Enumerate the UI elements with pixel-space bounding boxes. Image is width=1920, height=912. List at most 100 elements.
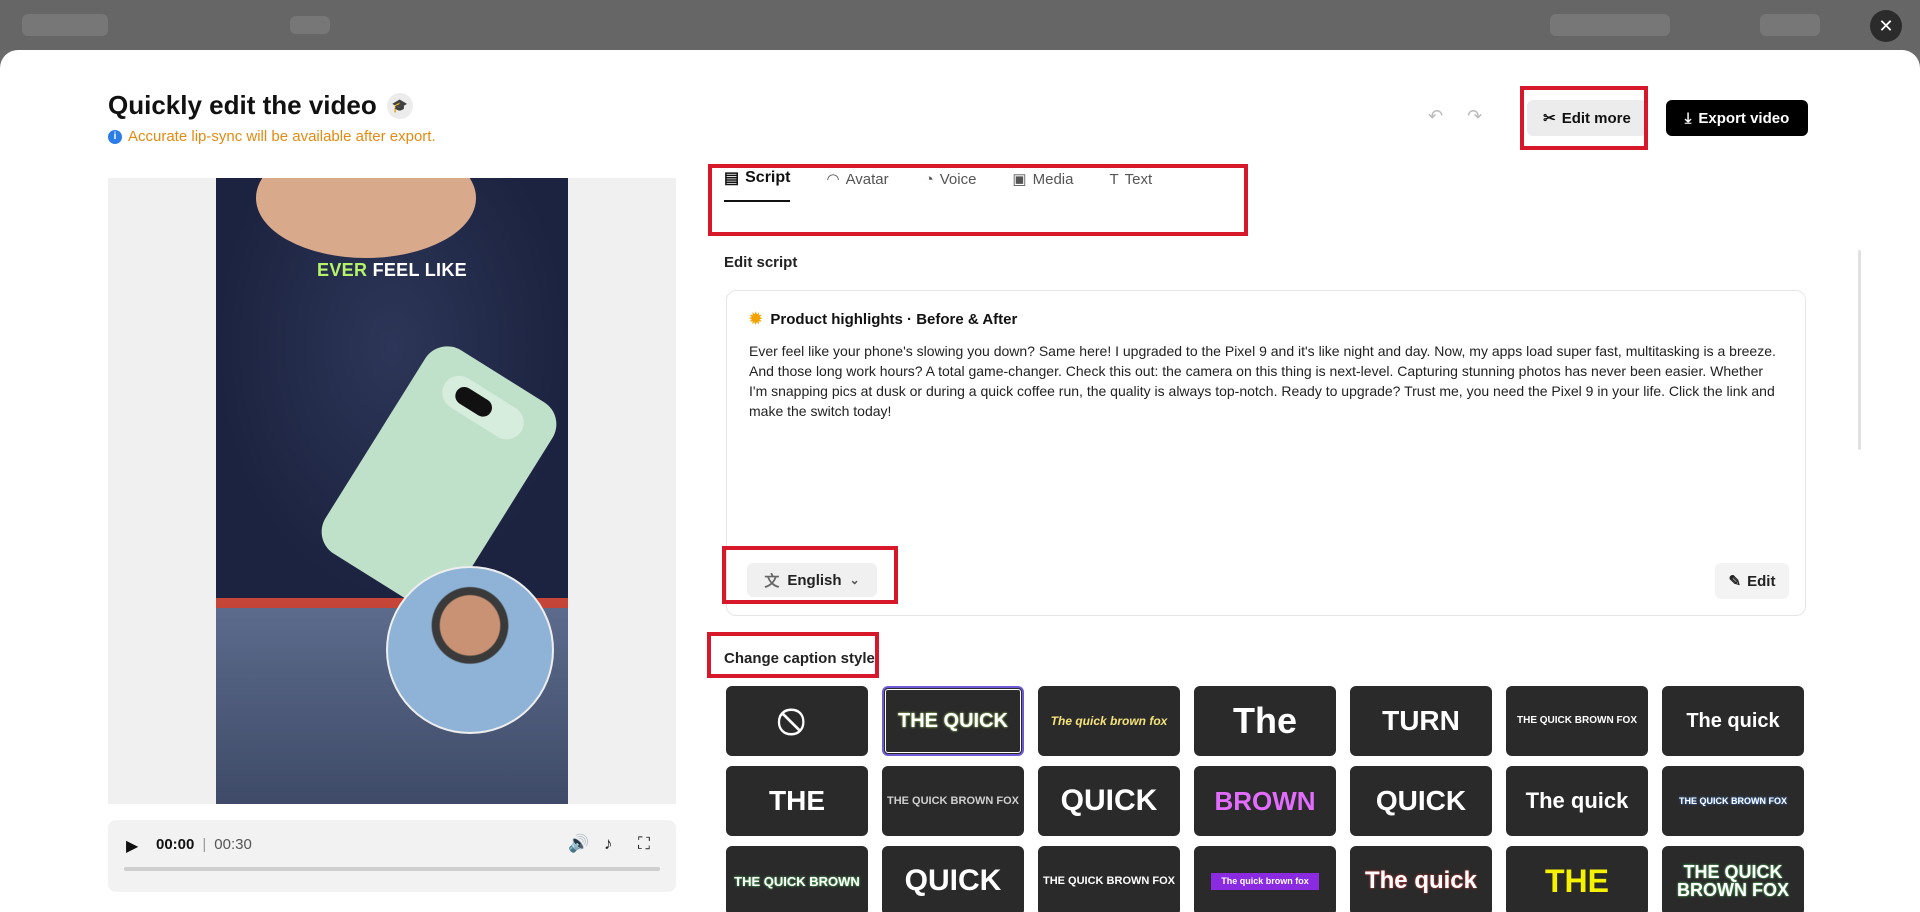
- tab-avatar[interactable]: ◠ Avatar: [826, 168, 888, 202]
- caption-style-sample: The quick brown fox: [1050, 714, 1168, 728]
- time-display: 00:00 | 00:30: [156, 836, 252, 853]
- language-label: English: [787, 571, 842, 589]
- caption-style-tile[interactable]: The quick brown fox: [1194, 846, 1336, 912]
- caption-style-tile[interactable]: The quick: [1506, 766, 1648, 836]
- video-preview[interactable]: EVER FEEL LIKE: [108, 178, 676, 804]
- caption-highlight-word: EVER: [317, 260, 368, 280]
- caption-style-sample: THE QUICK BROWN FOX: [1679, 795, 1787, 806]
- play-icon[interactable]: ▶: [126, 836, 138, 856]
- redo-icon[interactable]: ↷: [1467, 106, 1482, 127]
- history-controls: ↶ ↷: [1428, 106, 1482, 127]
- caption-style-tile[interactable]: The quick: [1662, 686, 1804, 756]
- caption-style-sample: QUICK: [1375, 785, 1467, 816]
- caption-style-sample: THE QUICK BROWN: [734, 873, 860, 889]
- caption-style-sample: THE QUICK BROWN FOX: [887, 794, 1019, 807]
- duration: 00:30: [214, 836, 252, 853]
- caption-style-sample: THE: [1545, 863, 1609, 899]
- media-icon: ▣: [1012, 171, 1027, 188]
- caption-style-tile[interactable]: The quick brown fox: [1038, 686, 1180, 756]
- close-modal-button[interactable]: ✕: [1870, 10, 1902, 42]
- caption-style-tile[interactable]: THE QUICK: [882, 686, 1024, 756]
- tab-script[interactable]: ▤ Script: [724, 168, 791, 202]
- caption-style-tile[interactable]: THE QUICK BROWN FOX: [1506, 686, 1648, 756]
- sparkle-icon: ✹: [749, 311, 763, 328]
- undo-icon[interactable]: ↶: [1428, 106, 1443, 127]
- background-profile: [1760, 14, 1820, 36]
- caption-style-tile[interactable]: THE: [726, 766, 868, 836]
- background-action: [1550, 14, 1670, 36]
- caption-style-sample: The quick: [1525, 788, 1629, 813]
- script-icon: ▤: [724, 170, 740, 187]
- tab-label: Text: [1124, 170, 1153, 188]
- current-time: 00:00: [156, 836, 195, 853]
- tab-label: Avatar: [845, 170, 889, 188]
- caption-style-sample: THE QUICK BROWN FOX: [1043, 874, 1175, 887]
- notice-text: Accurate lip-sync will be available afte…: [128, 128, 436, 145]
- export-video-button[interactable]: ⤓ Export video: [1666, 100, 1808, 136]
- voice-icon: ◔: [924, 170, 934, 188]
- script-body[interactable]: Ever feel like your phone's slowing you …: [749, 341, 1785, 421]
- caption-style-tile[interactable]: TURN: [1350, 686, 1492, 756]
- background-nav: [290, 16, 330, 34]
- tab-text[interactable]: T Text: [1109, 168, 1152, 202]
- close-icon: ✕: [1878, 15, 1894, 36]
- tiktok-icon[interactable]: ♪: [604, 834, 613, 854]
- script-heading-text: Product highlights · Before & After: [770, 310, 1018, 328]
- caption-style-sample: The: [1232, 700, 1297, 741]
- page-title: Quickly edit the video 🎓: [108, 90, 413, 121]
- caption-style-sample: The quick: [1364, 867, 1478, 894]
- caption-style-tile[interactable]: BROWN: [1194, 766, 1336, 836]
- caption-style-label: Change caption style: [724, 650, 875, 667]
- chevron-down-icon: ⌄: [849, 573, 860, 587]
- page-title-text: Quickly edit the video: [108, 90, 377, 120]
- edit-script-label: Edit script: [724, 254, 798, 271]
- progress-bar[interactable]: [124, 867, 660, 871]
- caption-style-sample: THE QUICK BROWN FOX: [1517, 715, 1637, 726]
- caption-style-grid: ⃠ THE QUICK The quick brown fox The TURN THE …: [726, 686, 1804, 912]
- caption-style-tile[interactable]: QUICK: [1038, 766, 1180, 836]
- lip-sync-notice: i Accurate lip-sync will be available af…: [108, 128, 436, 145]
- tab-label: Voice: [939, 170, 977, 188]
- export-label: Export video: [1698, 109, 1790, 127]
- background-app-bar: [0, 0, 1920, 50]
- volume-icon[interactable]: 🔊: [568, 834, 589, 854]
- tab-media[interactable]: ▣ Media: [1012, 168, 1073, 202]
- caption-style-tile[interactable]: THE: [1506, 846, 1648, 912]
- avatar-icon: ◠: [826, 171, 840, 188]
- caption-overlay: EVER FEEL LIKE: [216, 260, 568, 281]
- script-editor[interactable]: ✹ Product highlights · Before & After Ev…: [726, 290, 1806, 616]
- caption-style-tile[interactable]: QUICK: [882, 846, 1024, 912]
- edit-more-button[interactable]: ✂ Edit more: [1527, 100, 1647, 136]
- language-dropdown[interactable]: 文 English ⌄: [747, 563, 877, 597]
- tab-label: Media: [1032, 170, 1074, 188]
- caption-style-sample: THE QUICK: [898, 710, 1008, 732]
- caption-style-tile[interactable]: THE QUICK BROWN FOX: [1038, 846, 1180, 912]
- tab-label: Script: [745, 169, 791, 186]
- caption-style-tile[interactable]: THE QUICK BROWN FOX: [882, 766, 1024, 836]
- background-logo: [22, 14, 108, 36]
- caption-style-tile[interactable]: The quick: [1350, 846, 1492, 912]
- caption-style-tile[interactable]: THE QUICK BROWN FOX: [1662, 846, 1804, 912]
- caption-style-tile[interactable]: The: [1194, 686, 1336, 756]
- avatar-bubble[interactable]: [386, 566, 554, 734]
- info-icon: i: [108, 129, 122, 144]
- caption-style-sample: BROWN: [1214, 786, 1316, 816]
- caption-style-sample: QUICK: [904, 864, 1002, 897]
- caption-style-none[interactable]: ⃠: [726, 686, 868, 756]
- caption-style-tile[interactable]: THE QUICK BROWN FOX: [1662, 766, 1804, 836]
- caption-style-sample: QUICK: [1060, 784, 1158, 817]
- caption-style-sample: THE QUICK BROWN FOX: [1677, 862, 1789, 900]
- edit-more-label: Edit more: [1561, 109, 1631, 127]
- caption-style-tile[interactable]: QUICK: [1350, 766, 1492, 836]
- video-player-controls: ▶ 00:00 | 00:30 🔊 ♪ ⛶: [108, 820, 676, 892]
- tab-voice[interactable]: ◔ Voice: [925, 168, 977, 202]
- edit-script-button[interactable]: ✎ Edit: [1715, 563, 1789, 599]
- caption-style-sample: The quick brown fox: [1211, 872, 1319, 890]
- caption-style-tile[interactable]: THE QUICK BROWN: [726, 846, 868, 912]
- tutorial-cap-icon[interactable]: 🎓: [386, 92, 413, 119]
- fullscreen-icon[interactable]: ⛶: [638, 834, 650, 854]
- translate-icon: 文: [764, 572, 780, 590]
- editor-tabs: ▤ Script ◠ Avatar ◔ Voice ▣ Media T Text: [724, 168, 1152, 202]
- caption-style-sample: The quick: [1686, 710, 1780, 732]
- scrollbar[interactable]: [1858, 250, 1861, 450]
